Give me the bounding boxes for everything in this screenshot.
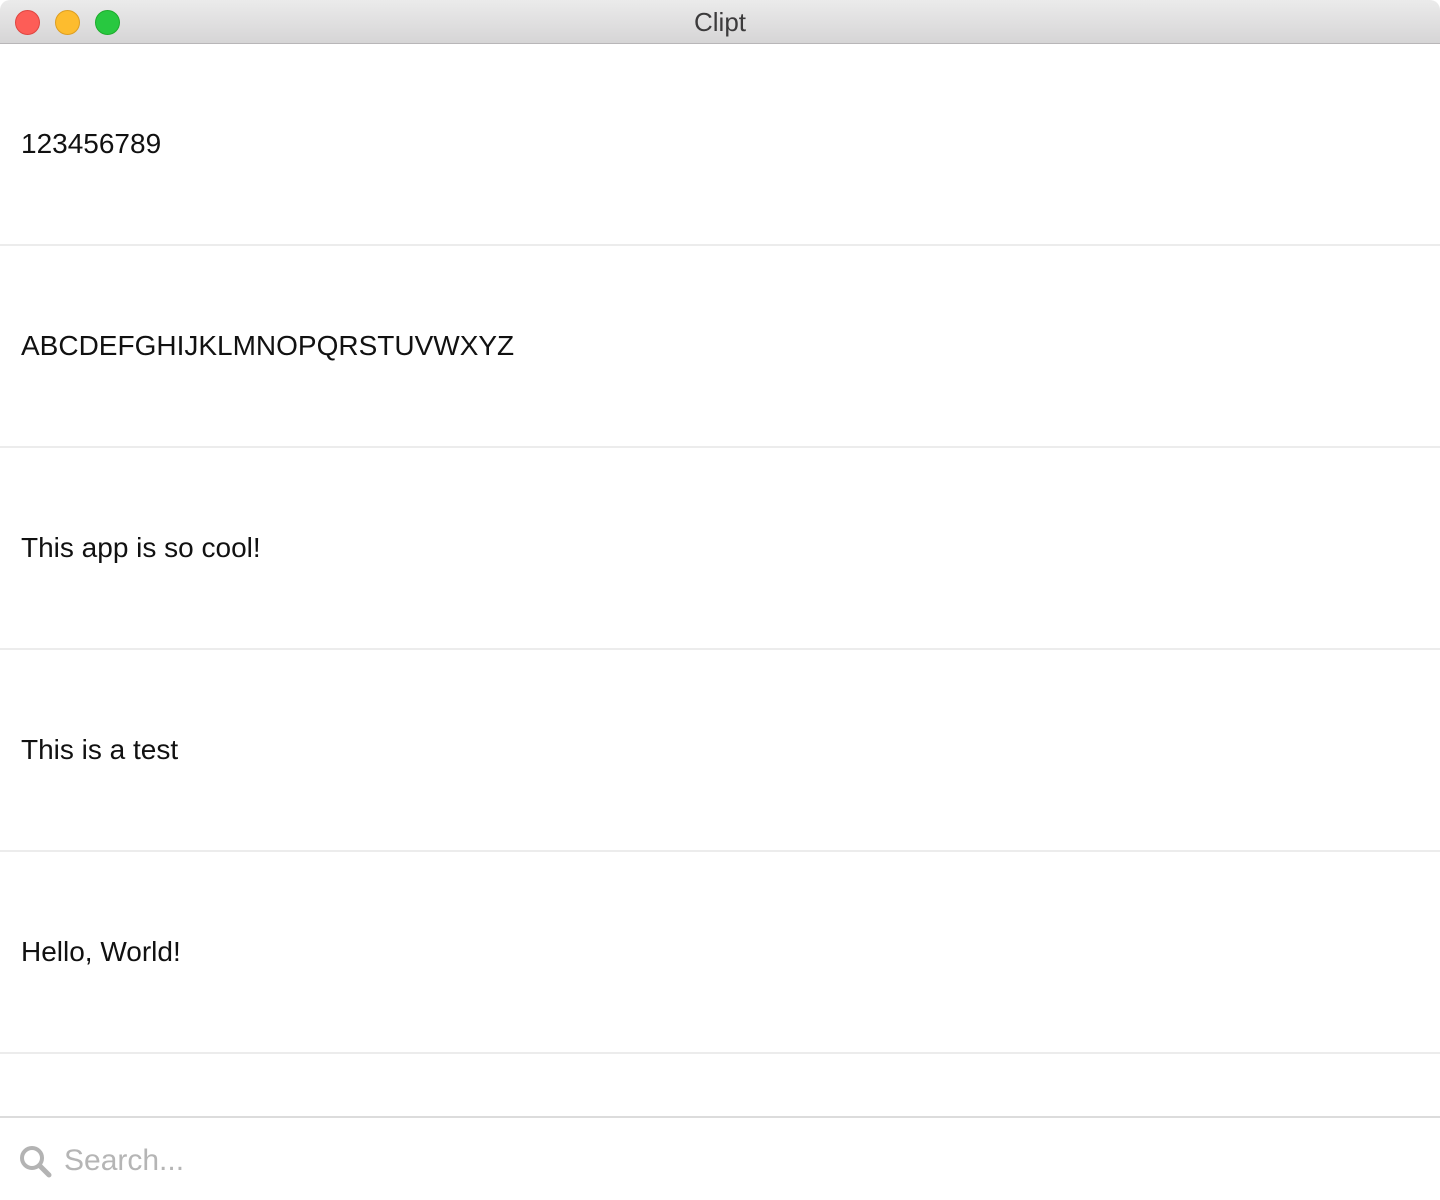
clip-item[interactable] (0, 1054, 1440, 1117)
clip-text: ABCDEFGHIJKLMNOPQRSTUVWXYZ (21, 330, 515, 361)
clip-item[interactable]: Hello, World! (0, 852, 1440, 1054)
search-bar (0, 1116, 1440, 1200)
app-window: Clipt 123456789 ABCDEFGHIJKLMNOPQRSTUVWX… (0, 0, 1440, 1200)
clip-text: This app is so cool! (21, 532, 261, 563)
clip-item[interactable]: This is a test (0, 650, 1440, 852)
search-icon (20, 1146, 52, 1178)
title-bar[interactable]: Clipt (0, 0, 1440, 44)
clip-text: 123456789 (21, 128, 162, 159)
search-input[interactable] (64, 1138, 1404, 1184)
clip-item[interactable]: 123456789 (0, 44, 1440, 246)
window-title: Clipt (693, 7, 746, 37)
clip-item[interactable]: This app is so cool! (0, 448, 1440, 650)
clip-text: This is a test (21, 734, 179, 765)
clip-item[interactable]: ABCDEFGHIJKLMNOPQRSTUVWXYZ (0, 246, 1440, 448)
clipboard-list: 123456789 ABCDEFGHIJKLMNOPQRSTUVWXYZ Thi… (0, 44, 1440, 1117)
clip-text: Hello, World! (21, 936, 181, 967)
